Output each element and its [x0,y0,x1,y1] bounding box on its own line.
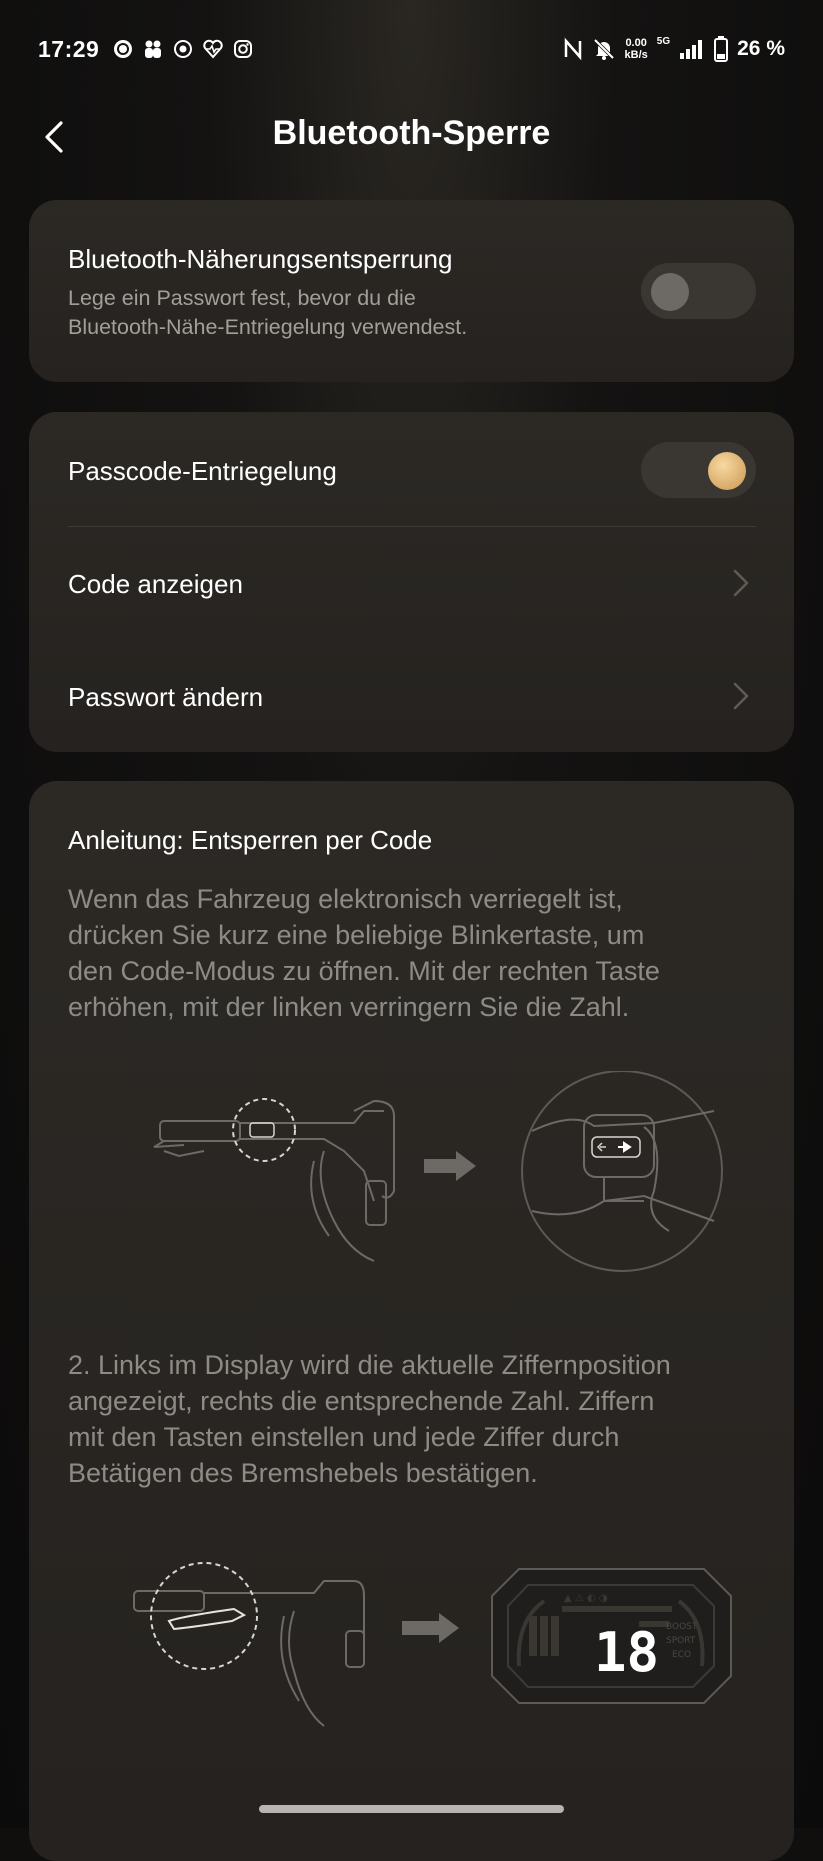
passcode-card: Passcode-Entriegelung Code anzeigen Pass… [29,412,794,752]
change-password-label: Passwort ändern [68,682,264,712]
guide-step2-text: 2. Links im Display wird die aktuelle Zi… [68,1347,768,1491]
battery-percent: 26 % [737,37,785,60]
display-mode-sport: SPORT [666,1636,696,1646]
passcode-unlock-title: Passcode-Entriegelung [68,456,337,486]
header: Bluetooth-Sperre [0,104,823,204]
passcode-unlock-toggle[interactable] [641,442,756,498]
proximity-unlock-subtitle-2: Bluetooth-Nähe-Entriegelung verwendest. [68,315,468,339]
guide-step1-line: den Code-Modus zu öffnen. Mit der rechte… [68,956,660,986]
status-right: 0.00 kB/s 5G 26 % [563,36,785,62]
display-digits: 18 [594,1621,659,1684]
proximity-unlock-subtitle-1: Lege ein Passwort fest, bevor du die [68,286,416,310]
proximity-unlock-toggle[interactable] [641,263,756,319]
status-bar: 17:29 0.00 kB/s 5G 26 % [0,0,823,104]
toggle-knob [651,273,689,311]
bell-muted-icon [593,38,614,60]
show-code-row[interactable]: Code anzeigen [29,526,794,639]
home-indicator[interactable] [259,1805,564,1813]
signal-icon [680,40,703,59]
lion-app-icon [174,40,192,58]
proximity-unlock-card: Bluetooth-Näherungsentsperrung Lege ein … [29,200,794,382]
chevron-right-icon [733,682,749,710]
guide-step2-line: Betätigen des Bremshebels bestätigen. [68,1458,538,1488]
display-mode-boost: BOOST [666,1622,698,1632]
brake-display-illustration: ▲ ⚠ ◐ ◑ BOOST SPORT ECO 18 [133,1562,732,1727]
display-top-icons: ▲ ⚠ ◐ ◑ [564,1593,608,1604]
heart-pulse-icon [203,39,223,59]
guide-step2-line: angezeigt, rechts die entsprechende Zahl… [68,1386,655,1416]
guide-step1-line: drücken Sie kurz eine beliebige Blinkert… [68,920,645,950]
status-time: 17:29 [38,36,100,62]
network-type: 5G [656,35,671,47]
speed-unit: kB/s [624,49,648,61]
guide-step1-line: erhöhen, mit der linken verringern Sie d… [68,992,630,1022]
battery-icon [714,36,729,62]
display-mode-eco: ECO [672,1650,691,1660]
guide-step1-text: Wenn das Fahrzeug elektronisch verriegel… [68,881,768,1025]
guide-title: Anleitung: Entsperren per Code [68,825,433,855]
guide-step2-line: mit den Tasten einstellen und jede Ziffe… [68,1422,620,1452]
speed-value: 0.00 [625,37,647,49]
toggle-knob [708,452,746,490]
chat-bubble-icon [114,40,132,58]
page-title: Bluetooth-Sperre [272,114,551,152]
nfc-icon [564,37,581,61]
network-speed: 0.00 kB/s [625,37,648,61]
notification-icons [112,38,254,60]
handlebar-blinker-illustration [153,1071,723,1272]
proximity-unlock-title: Bluetooth-Näherungsentsperrung [68,244,453,274]
people-icon [145,40,161,58]
guide-step1-line: Wenn das Fahrzeug elektronisch verriegel… [68,884,623,914]
guide-step2-line: 2. Links im Display wird die aktuelle Zi… [68,1350,671,1380]
chevron-right-icon [733,569,749,597]
instagram-icon [234,40,252,58]
change-password-row[interactable]: Passwort ändern [29,639,794,752]
guide-card: Anleitung: Entsperren per Code Wenn das … [29,781,794,1861]
show-code-label: Code anzeigen [68,569,243,599]
